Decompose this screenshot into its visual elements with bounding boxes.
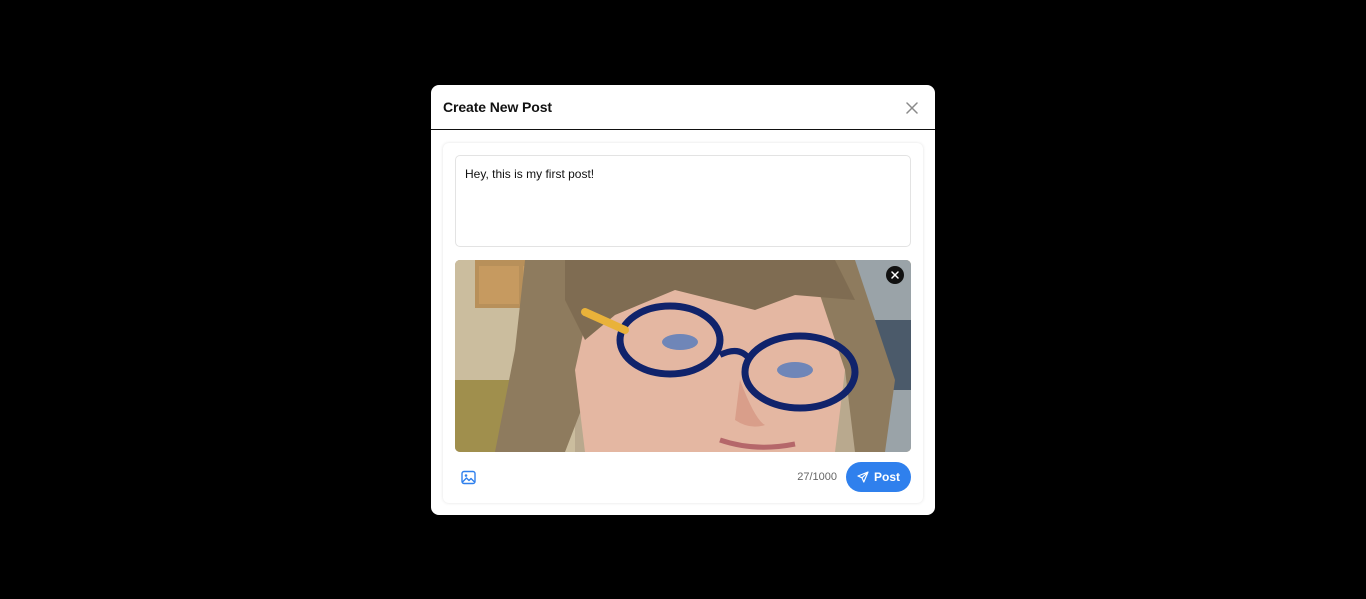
add-image-button[interactable] <box>461 470 476 485</box>
composer-toolbar: 27/1000 Post <box>455 461 911 493</box>
image-icon <box>461 470 476 485</box>
post-text-input[interactable]: Hey, this is my first post! <box>455 155 911 247</box>
close-button[interactable] <box>903 99 921 117</box>
remove-image-icon <box>891 271 899 279</box>
remove-image-button[interactable] <box>886 266 904 284</box>
post-composer-card: Hey, this is my first post! 27/1000 Post <box>443 143 923 503</box>
photo-preview <box>455 260 911 452</box>
modal-header: Create New Post <box>431 85 935 130</box>
send-icon <box>857 471 869 483</box>
close-icon <box>906 102 918 114</box>
character-count: 27/1000 <box>797 471 837 483</box>
post-button-label: Post <box>873 470 900 484</box>
attached-image <box>455 260 911 452</box>
modal-title: Create New Post <box>443 99 552 115</box>
create-post-modal: Create New Post Hey, this is my first po… <box>431 85 935 515</box>
post-button[interactable]: Post <box>846 462 911 492</box>
